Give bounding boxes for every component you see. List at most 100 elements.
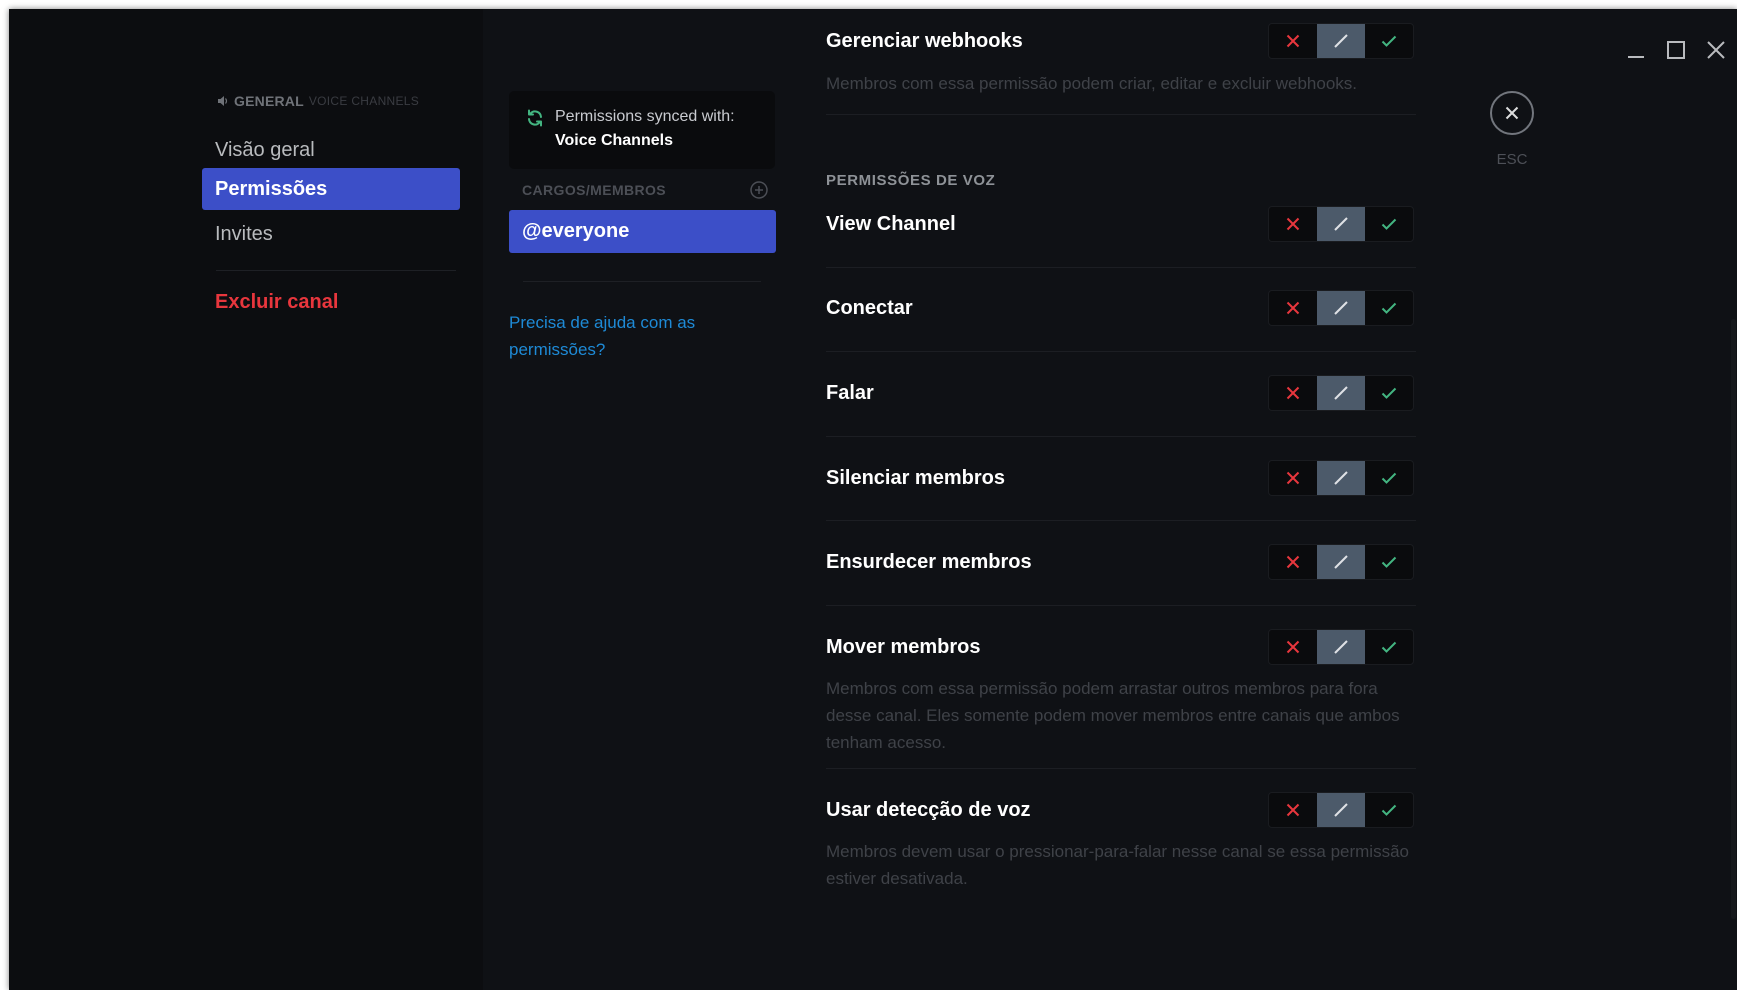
- deny-button[interactable]: [1269, 24, 1317, 58]
- x-icon: [1286, 217, 1300, 231]
- x-icon: [1286, 640, 1300, 654]
- allow-button[interactable]: [1365, 461, 1413, 495]
- allow-button[interactable]: [1365, 207, 1413, 241]
- deny-button[interactable]: [1269, 630, 1317, 664]
- check-icon: [1381, 641, 1397, 653]
- x-icon: [1286, 555, 1300, 569]
- roles-divider: [523, 281, 761, 282]
- x-icon: [1286, 34, 1300, 48]
- row-divider: [826, 605, 1416, 606]
- deny-button[interactable]: [1269, 461, 1317, 495]
- slash-icon: [1334, 217, 1348, 231]
- permission-toggle-speak: [1268, 375, 1414, 411]
- slash-icon: [1334, 34, 1348, 48]
- row-divider: [826, 520, 1416, 521]
- allow-button[interactable]: [1365, 793, 1413, 827]
- minimize-icon[interactable]: [1625, 39, 1647, 61]
- close-icon[interactable]: [1705, 39, 1727, 61]
- permission-title: Silenciar membros: [826, 467, 1005, 489]
- neutral-button[interactable]: [1317, 545, 1365, 579]
- deny-button[interactable]: [1269, 291, 1317, 325]
- role-everyone[interactable]: @everyone: [509, 210, 776, 253]
- permission-title: View Channel: [826, 213, 956, 235]
- neutral-button[interactable]: [1317, 376, 1365, 410]
- sidebar-item-invites[interactable]: Invites: [202, 213, 460, 255]
- permission-title: Usar detecção de voz: [826, 799, 1031, 821]
- sidebar-header-channel: GENERAL: [234, 93, 304, 109]
- check-icon: [1381, 556, 1397, 568]
- x-icon: [1286, 803, 1300, 817]
- neutral-button[interactable]: [1317, 207, 1365, 241]
- permission-description: Membros devem usar o pressionar-para-fal…: [826, 842, 1409, 888]
- delete-channel-button[interactable]: Excluir canal: [202, 281, 460, 323]
- permission-toggle-connect: [1268, 290, 1414, 326]
- esc-label: ESC: [1496, 151, 1528, 168]
- allow-button[interactable]: [1365, 545, 1413, 579]
- slash-icon: [1334, 301, 1348, 315]
- row-divider: [826, 436, 1416, 437]
- row-divider: [826, 114, 1416, 115]
- slash-icon: [1334, 386, 1348, 400]
- neutral-button[interactable]: [1317, 630, 1365, 664]
- allow-button[interactable]: [1365, 630, 1413, 664]
- x-icon: [1286, 471, 1300, 485]
- check-icon: [1381, 387, 1397, 399]
- slash-icon: [1334, 555, 1348, 569]
- permission-toggle-view-channel: [1268, 206, 1414, 242]
- allow-button[interactable]: [1365, 291, 1413, 325]
- roles-panel: Permissions synced with: Voice Channels …: [483, 9, 811, 990]
- permission-title: Conectar: [826, 297, 913, 319]
- sync-icon: [528, 109, 542, 127]
- permission-toggle-mute-members: [1268, 460, 1414, 496]
- deny-button[interactable]: [1269, 545, 1317, 579]
- permission-title: Falar: [826, 382, 874, 404]
- close-icon: [1505, 106, 1519, 120]
- scrollbar[interactable]: [1731, 319, 1736, 919]
- permission-toggle-move-members: [1268, 629, 1414, 665]
- permission-title: Ensurdecer membros: [826, 551, 1032, 573]
- allow-button[interactable]: [1365, 376, 1413, 410]
- neutral-button[interactable]: [1317, 793, 1365, 827]
- row-divider: [826, 267, 1416, 268]
- check-icon: [1381, 35, 1397, 47]
- permission-title: Mover membros: [826, 636, 981, 658]
- sidebar-item-permissions[interactable]: Permissões: [202, 168, 460, 210]
- sync-channel-name: Voice Channels: [555, 132, 673, 149]
- neutral-button[interactable]: [1317, 24, 1365, 58]
- deny-button[interactable]: [1269, 376, 1317, 410]
- deny-button[interactable]: [1269, 793, 1317, 827]
- settings-window: GENERAL VOICE CHANNELS Visão geral Permi…: [9, 9, 1737, 990]
- sidebar-divider: [216, 270, 456, 271]
- x-icon: [1286, 386, 1300, 400]
- check-icon: [1381, 804, 1397, 816]
- permission-toggle-deafen-members: [1268, 544, 1414, 580]
- permissions-help-link[interactable]: Precisa de ajuda com as permissões?: [509, 309, 769, 363]
- row-divider: [826, 351, 1416, 352]
- row-divider: [826, 768, 1416, 769]
- slash-icon: [1334, 803, 1348, 817]
- deny-button[interactable]: [1269, 207, 1317, 241]
- speaker-icon: [218, 96, 228, 106]
- sync-text: Permissions synced with:: [555, 108, 735, 125]
- permission-description: Membros com essa permissão podem criar, …: [826, 74, 1357, 93]
- permission-toggle-webhooks: [1268, 23, 1414, 59]
- add-role-icon[interactable]: [749, 180, 769, 200]
- permission-title: Gerenciar webhooks: [826, 30, 1023, 52]
- permissions-sync-notice: Permissions synced with: Voice Channels: [509, 91, 775, 169]
- neutral-button[interactable]: [1317, 461, 1365, 495]
- permission-toggle-voice-activity: [1268, 792, 1414, 828]
- maximize-icon[interactable]: [1665, 39, 1687, 61]
- x-icon: [1286, 301, 1300, 315]
- neutral-button[interactable]: [1317, 291, 1365, 325]
- check-icon: [1381, 218, 1397, 230]
- permissions-list: Gerenciar webhooks Membros com essa perm…: [811, 9, 1737, 990]
- voice-permissions-header: PERMISSÕES DE VOZ: [826, 172, 996, 189]
- esc-close-button[interactable]: [1490, 91, 1534, 135]
- sidebar-item-overview[interactable]: Visão geral: [202, 129, 460, 171]
- roles-members-header: CARGOS/MEMBROS: [522, 182, 667, 198]
- permission-description: Membros com essa permissão podem arrasta…: [826, 679, 1400, 752]
- check-icon: [1381, 472, 1397, 484]
- allow-button[interactable]: [1365, 24, 1413, 58]
- slash-icon: [1334, 471, 1348, 485]
- sidebar-header-category: VOICE CHANNELS: [308, 94, 420, 108]
